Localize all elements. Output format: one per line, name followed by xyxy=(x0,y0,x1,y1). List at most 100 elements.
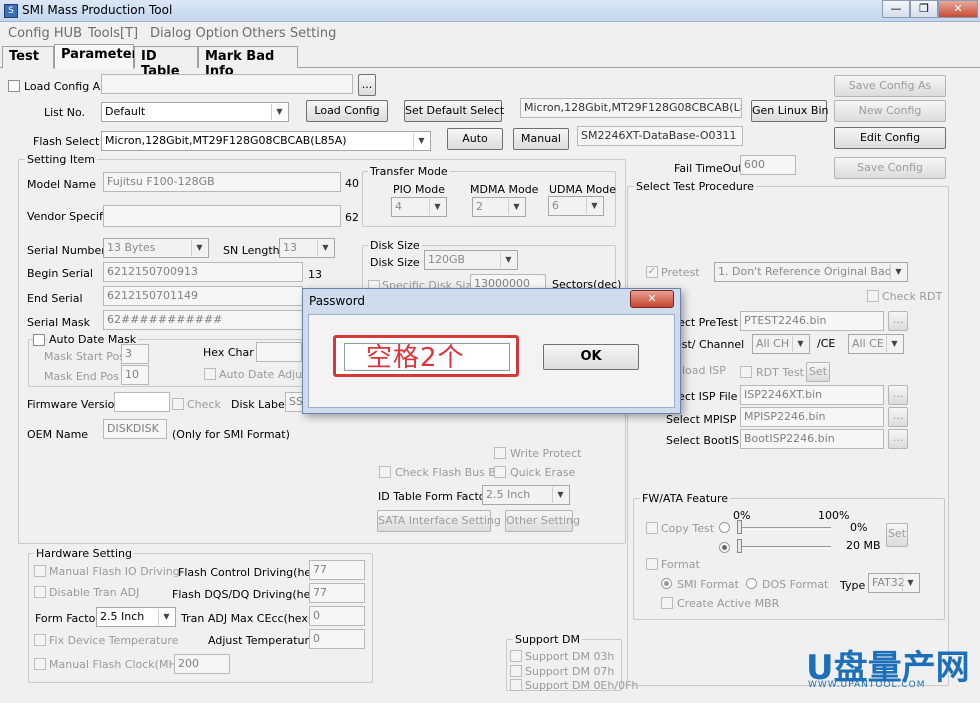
tab-mark-bad-info[interactable]: Mark Bad Info xyxy=(198,46,298,79)
quick-erase-checkbox[interactable] xyxy=(494,466,506,478)
select-bootisp-browse-button[interactable]: ... xyxy=(888,429,908,449)
serial-mask-input[interactable]: 62########### xyxy=(103,310,303,330)
serial-number-select[interactable]: 13 Bytes ▼ xyxy=(103,238,209,258)
firmware-version-input[interactable] xyxy=(114,392,170,412)
manual-button[interactable]: Manual xyxy=(513,128,569,150)
adjust-temperature-label: Adjust Temperature xyxy=(208,634,316,647)
copy-test-set-button[interactable]: Set xyxy=(886,523,908,547)
fix-device-temperature-checkbox[interactable] xyxy=(34,634,46,646)
form-factor-select[interactable]: 2.5 Inch ▼ xyxy=(96,607,176,627)
save-config-as-button[interactable]: Save Config As xyxy=(834,75,946,97)
channel-select[interactable]: All CH ▼ xyxy=(752,334,810,354)
udma-mode-select[interactable]: 6 ▼ xyxy=(548,196,604,216)
menu-dialog-option[interactable]: Dialog Option xyxy=(150,26,239,41)
load-config-as-path[interactable] xyxy=(101,74,353,94)
manual-flash-clock-input[interactable]: 200 xyxy=(174,654,230,674)
rdt-set-button[interactable]: Set xyxy=(806,362,830,382)
format-checkbox[interactable] xyxy=(646,558,658,570)
copy-test-checkbox[interactable] xyxy=(646,522,658,534)
test-procedure-title: Select Test Procedure xyxy=(634,180,756,193)
list-no-select[interactable]: Default ▼ xyxy=(101,102,289,122)
sn-length-select[interactable]: 13 ▼ xyxy=(279,238,335,258)
dialog-close-button[interactable]: ✕ xyxy=(630,290,674,308)
write-protect-label: Write Protect xyxy=(510,447,582,460)
ok-button[interactable]: OK xyxy=(543,344,639,370)
support-dm-07h-checkbox[interactable] xyxy=(510,665,522,677)
disk-size-select[interactable]: 120GB ▼ xyxy=(424,250,518,270)
chevron-down-icon: ▼ xyxy=(552,487,568,503)
flash-select[interactable]: Micron,128Gbit,MT29F128G08CBCAB(L85A) ▼ xyxy=(101,131,431,151)
vendor-specific-input[interactable] xyxy=(103,205,341,227)
load-config-as-checkbox[interactable] xyxy=(8,80,20,92)
rdt-test-checkbox[interactable] xyxy=(740,366,752,378)
menu-tools[interactable]: Tools[T] xyxy=(88,26,138,41)
write-protect-checkbox[interactable] xyxy=(494,447,506,459)
sata-interface-setting-button[interactable]: SATA Interface Setting xyxy=(377,510,501,532)
tab-id-table[interactable]: ID Table xyxy=(134,46,198,79)
load-config-browse-button[interactable]: ... xyxy=(358,74,376,96)
isp-file-input[interactable]: ISP2246XT.bin xyxy=(740,385,884,405)
end-serial-input[interactable]: 6212150701149 xyxy=(103,286,303,306)
edit-config-button[interactable]: Edit Config xyxy=(834,127,946,149)
mask-end-pos-input[interactable]: 10 xyxy=(121,365,149,385)
flash-info-display: Micron,128Gbit,MT29F128G08CBCAB(L85A) xyxy=(520,98,742,118)
mb-slider-thumb[interactable] xyxy=(737,539,742,553)
percent-slider-thumb[interactable] xyxy=(737,520,742,534)
flash-dqs-driving-input[interactable]: 77 xyxy=(309,583,365,603)
support-dm-03h-checkbox[interactable] xyxy=(510,650,522,662)
check-rdt-checkbox[interactable] xyxy=(867,290,879,302)
manual-flash-io-driving-checkbox[interactable] xyxy=(34,565,46,577)
disable-tran-adj-checkbox[interactable] xyxy=(34,586,46,598)
gen-linux-bin-button[interactable]: Gen Linux Bin xyxy=(751,100,828,122)
firmware-check-checkbox[interactable] xyxy=(172,398,184,410)
id-table-form-factor-select[interactable]: 2.5 Inch ▼ xyxy=(482,485,570,505)
fail-timeout-input[interactable]: 600 xyxy=(740,155,796,175)
disk-label-input[interactable]: SS xyxy=(285,392,303,412)
pio-mode-select[interactable]: 4 ▼ xyxy=(391,197,447,217)
tab-test[interactable]: Test xyxy=(2,46,54,68)
new-config-button[interactable]: New Config xyxy=(834,100,946,122)
copy-test-percent-radio[interactable] xyxy=(719,522,730,533)
hex-char-input[interactable] xyxy=(256,342,302,362)
restore-button[interactable]: ❐ xyxy=(910,0,938,18)
copy-test-mb-radio[interactable] xyxy=(719,542,730,553)
pio-mode-value: 4 xyxy=(395,200,402,213)
pretest-select[interactable]: 1. Don't Reference Original Bad ▼ xyxy=(714,262,908,282)
adjust-temperature-input[interactable]: 0 xyxy=(309,629,365,649)
select-pretest-input[interactable]: PTEST2246.bin xyxy=(740,311,884,331)
flash-control-driving-input[interactable]: 77 xyxy=(309,560,365,580)
load-config-button[interactable]: Load Config xyxy=(306,100,388,122)
menu-config-hub[interactable]: Config HUB xyxy=(8,26,82,41)
close-button[interactable]: ✕ xyxy=(938,0,978,18)
manual-flash-clock-checkbox[interactable] xyxy=(34,658,46,670)
menu-others-setting[interactable]: Others Setting xyxy=(242,26,336,41)
select-mpisp-input[interactable]: MPISP2246.bin xyxy=(740,407,884,427)
ce-select[interactable]: All CE ▼ xyxy=(848,334,904,354)
auto-button[interactable]: Auto xyxy=(447,128,503,150)
model-name-input[interactable]: Fujitsu F100-128GB xyxy=(103,172,341,192)
oem-name-input[interactable]: DISKDISK xyxy=(103,419,167,439)
rdt-test-label: RDT Test xyxy=(756,366,804,379)
check-flash-bus-bit-checkbox[interactable] xyxy=(379,466,391,478)
select-bootisp-input[interactable]: BootISP2246.bin xyxy=(740,429,884,449)
format-type-select[interactable]: FAT32 ▼ xyxy=(868,573,920,593)
create-active-mbr-checkbox[interactable] xyxy=(661,597,673,609)
tab-parameter[interactable]: Parameter xyxy=(54,44,138,69)
begin-serial-input[interactable]: 6212150700913 xyxy=(103,262,303,282)
support-dm-0eh-checkbox[interactable] xyxy=(510,679,522,691)
set-default-select-button[interactable]: Set Default Select xyxy=(404,100,504,122)
isp-file-browse-button[interactable]: ... xyxy=(888,385,908,405)
minimize-button[interactable]: — xyxy=(882,0,910,18)
tran-adj-max-cecc-input[interactable]: 0 xyxy=(309,606,365,626)
save-config-button[interactable]: Save Config xyxy=(834,157,946,179)
auto-date-adjust-checkbox[interactable] xyxy=(204,368,216,380)
mask-start-pos-input[interactable]: 3 xyxy=(121,344,149,364)
auto-date-mask-checkbox[interactable] xyxy=(33,334,45,346)
dos-format-radio[interactable] xyxy=(746,578,757,589)
mdma-mode-select[interactable]: 2 ▼ xyxy=(472,197,526,217)
select-pretest-browse-button[interactable]: ... xyxy=(888,311,908,331)
pretest-checkbox[interactable]: ✓ xyxy=(646,266,658,278)
select-mpisp-browse-button[interactable]: ... xyxy=(888,407,908,427)
smi-format-radio[interactable] xyxy=(661,578,672,589)
other-setting-button[interactable]: Other Setting xyxy=(505,510,580,532)
